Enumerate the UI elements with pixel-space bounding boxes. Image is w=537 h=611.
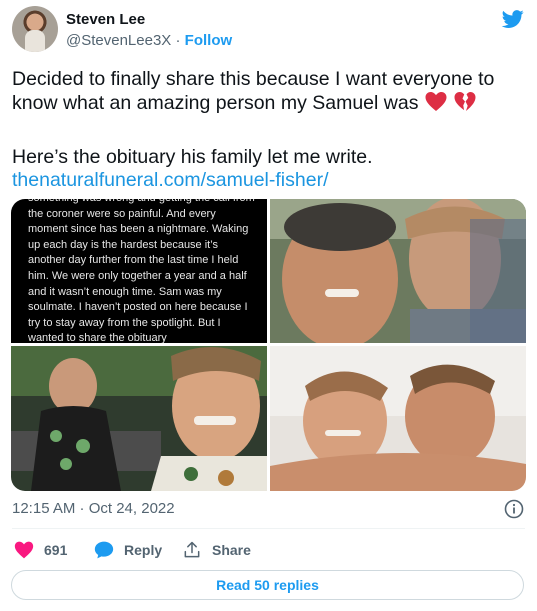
tweet-text-line2: Here’s the obituary his family let me wr… [12,146,524,192]
timestamp[interactable]: 12:15 AM · Oct 24, 2022 [12,500,175,517]
heart-icon [14,541,34,559]
author-handle[interactable]: @StevenLee3X [66,32,171,49]
obituary-text: something was wrong and getting the call… [28,199,255,343]
tweet-text: Decided to finally share this because I … [12,68,495,114]
share-label: Share [212,542,251,558]
tweet-text-line1: Decided to finally share this because I … [12,68,524,118]
twitter-bird-icon[interactable] [501,8,525,30]
reply-label: Reply [124,542,163,558]
photo-illustration [270,199,526,343]
reply-button[interactable]: Reply [94,539,162,561]
avatar[interactable] [12,6,58,52]
photo-lying-together[interactable] [270,346,526,491]
media-grid[interactable]: something was wrong and getting the call… [11,199,526,491]
photo-car-window[interactable] [11,346,267,491]
like-button[interactable]: 691 [14,539,67,561]
author-handle-row: @StevenLee3X · Follow [66,32,232,49]
photo-illustration [270,346,526,491]
tweet-text: Here’s the obituary his family let me wr… [12,146,373,168]
share-button[interactable]: Share [182,539,251,561]
obituary-link[interactable]: thenaturalfuneral.com/samuel-fisher/ [12,169,524,192]
heart-emojis [424,91,477,118]
like-count: 691 [44,542,68,558]
follow-button[interactable]: Follow [185,32,233,49]
divider [12,528,525,529]
photo-illustration [11,346,267,491]
obituary-screenshot[interactable]: something was wrong and getting the call… [11,199,267,343]
info-icon[interactable] [504,499,524,519]
red-heart-icon [425,91,447,112]
photo-selfie-outdoors[interactable] [270,199,526,343]
speech-bubble-icon [94,541,114,559]
read-replies-button[interactable]: Read 50 replies [11,570,524,600]
tweet-card: Steven Lee @StevenLee3X · Follow Decided… [0,0,537,611]
broken-heart-icon [454,91,476,112]
separator: · [175,32,181,49]
share-upload-icon [184,541,200,558]
author-name[interactable]: Steven Lee [66,11,145,28]
